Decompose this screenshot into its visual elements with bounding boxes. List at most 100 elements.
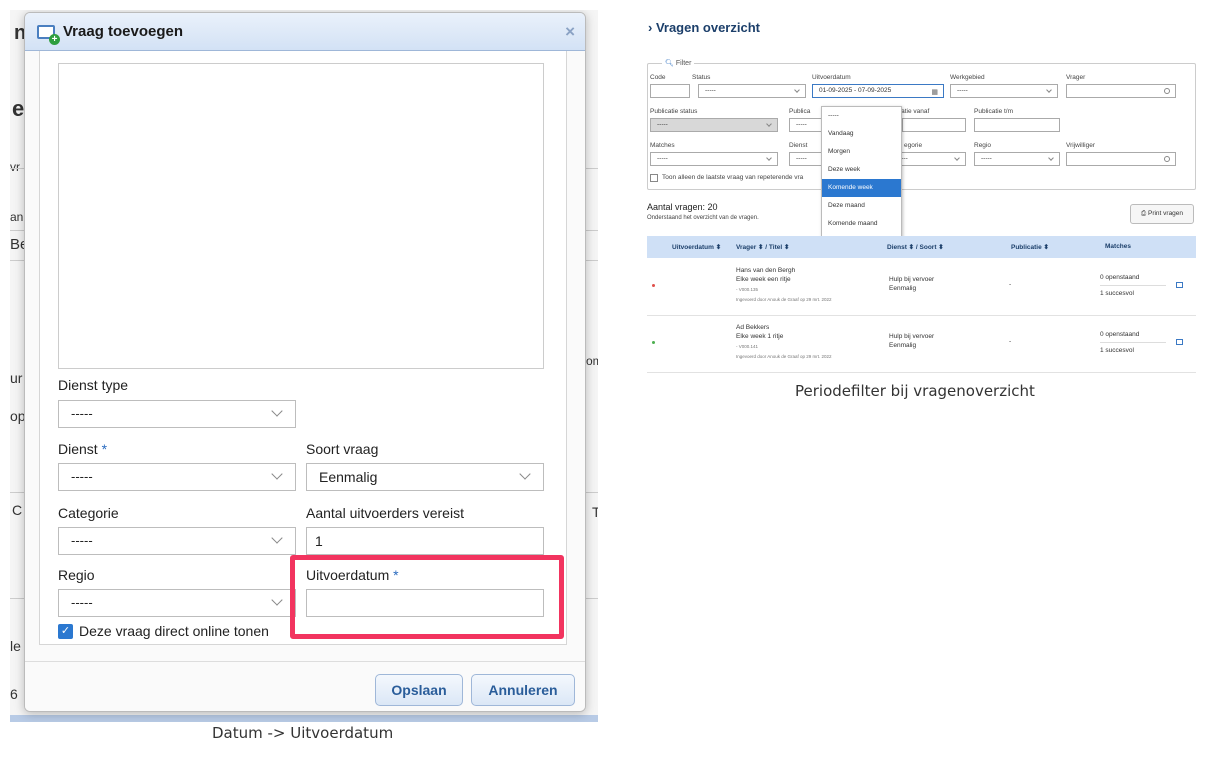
question-code: - V000.141 [736, 344, 759, 349]
werkgebied-value: ----- [957, 87, 968, 94]
period-option[interactable]: Deze week [822, 161, 901, 179]
publicatie-status-select[interactable]: ----- [650, 118, 778, 132]
header-vrager-titel[interactable]: Vrager ⬍ / Titel ⬍ [736, 243, 789, 251]
success-matches: 1 succesvol [1100, 347, 1134, 354]
dienst-select[interactable]: ----- [58, 463, 296, 491]
chevron-down-icon [271, 594, 283, 606]
open-matches: 0 openstaand [1100, 274, 1140, 281]
dienst-type-select[interactable]: ----- [58, 400, 296, 428]
save-button[interactable]: Opslaan [375, 674, 463, 706]
description-textarea[interactable] [58, 63, 544, 369]
dienst-value: Hulp bij vervoer [889, 276, 935, 283]
required-marker: * [101, 441, 108, 457]
bg-fragment: e [12, 96, 25, 121]
dienst-value: Hulp bij vervoer [889, 333, 935, 340]
status-dot [652, 341, 655, 344]
chevron-down-icon [766, 155, 772, 161]
uitvoerdatum-input[interactable] [306, 589, 544, 617]
header-publicatie[interactable]: Publicatie ⬍ [1011, 243, 1049, 251]
publicatie-tm-input[interactable] [974, 118, 1060, 132]
printer-icon: ⎙ [1140, 210, 1148, 217]
aantal-uitvoerders-label: Aantal uitvoerders vereist [306, 505, 464, 521]
add-question-dialog: Vraag toevoegen × Dienst type ----- Dien… [24, 12, 586, 712]
vrager-input[interactable] [1066, 84, 1176, 98]
uitvoerdatum-range-input[interactable]: 01-09-2025 - 07-09-2025 ▦ [812, 84, 944, 98]
filter-legend-text: Filter [675, 60, 692, 67]
dienst-value: ----- [796, 155, 807, 162]
dienst-label-text: Dienst [58, 441, 98, 457]
regio-label: Regio [974, 142, 991, 149]
chevron-down-icon [954, 155, 960, 161]
dialog-footer: Opslaan Annuleren [25, 661, 585, 711]
uitvoerdatum-label-text: Uitvoerdatum [306, 567, 390, 583]
categorie-select[interactable]: ----- [58, 527, 296, 555]
soort-vraag-value: Eenmalig [319, 469, 378, 485]
bg-fragment: ur [10, 370, 23, 386]
search-icon: 🔍︎ [665, 60, 674, 67]
close-icon[interactable]: × [565, 22, 575, 42]
header-matches: Matches [1105, 243, 1132, 250]
question-count: Aantal vragen: 20 [647, 202, 718, 212]
code-label: Code [650, 74, 666, 81]
regio-value: ----- [71, 595, 93, 610]
vrijwilliger-input[interactable] [1066, 152, 1176, 166]
status-value: ----- [705, 87, 716, 94]
dialog-header: Vraag toevoegen [25, 13, 585, 51]
table-row[interactable]: Hans van den Bergh Elke week een ritje -… [647, 260, 1196, 316]
matches-select[interactable]: ----- [650, 152, 778, 166]
bg-fragment: om [586, 354, 598, 368]
vrijwilliger-label: Vrijwilliger [1066, 142, 1096, 149]
publicatie-value: - [1009, 338, 1012, 345]
right-caption: Periodefilter bij vragenoverzicht [795, 382, 1035, 400]
toon-checkbox[interactable] [650, 174, 658, 182]
direct-online-checkbox[interactable]: ✓ Deze vraag direct online tonen [58, 623, 269, 639]
chevron-down-icon [1048, 155, 1054, 161]
matches-divider [1100, 342, 1166, 343]
print-label: Print vragen [1147, 210, 1184, 217]
chevron-down-icon [794, 87, 800, 93]
regio-select[interactable]: ----- [58, 589, 296, 617]
dialog-title: Vraag toevoegen [63, 23, 184, 40]
regio-select[interactable]: ----- [974, 152, 1060, 166]
werkgebied-select[interactable]: ----- [950, 84, 1058, 98]
bg-fragment: le [10, 638, 21, 654]
matches-window-icon[interactable] [1176, 282, 1183, 288]
header-uitvoerdatum[interactable]: Uitvoerdatum ⬍ [672, 243, 721, 251]
dienst-type-value: ----- [71, 406, 93, 421]
status-select[interactable]: ----- [698, 84, 806, 98]
period-option[interactable]: Morgen [822, 143, 901, 161]
publica-label: Publica [789, 108, 811, 115]
chevron-down-icon [271, 405, 283, 417]
entered-by: Ingevoerd door Anouk de Graaf op 29 mrt.… [736, 354, 832, 359]
cancel-button[interactable]: Annuleren [471, 674, 575, 706]
period-option[interactable]: ----- [822, 107, 901, 125]
period-option[interactable]: Deze maand [822, 197, 901, 215]
add-window-icon [37, 24, 60, 45]
question-title: Elke week een ritje [736, 276, 791, 283]
question-title: Elke week 1 ritje [736, 333, 784, 340]
status-dot [652, 284, 655, 287]
publicatie-vanaf-input[interactable] [902, 118, 966, 132]
period-option[interactable]: Vandaag [822, 125, 901, 143]
dialog-body: Dienst type ----- Dienst * ----- Soort v… [39, 51, 567, 645]
publicatie-value: - [1009, 281, 1012, 288]
aantal-uitvoerders-input[interactable]: 1 [306, 527, 544, 555]
dienst-type-label: Dienst type [58, 377, 129, 393]
period-option[interactable]: Komende week [822, 179, 901, 197]
period-option[interactable]: Komende maand [822, 215, 901, 233]
publicatie-status-label: Publicatie status [650, 108, 698, 115]
direct-online-label: Deze vraag direct online tonen [79, 623, 269, 639]
success-matches: 1 succesvol [1100, 290, 1134, 297]
soort-vraag-label: Soort vraag [306, 441, 379, 457]
matches-divider [1100, 285, 1166, 286]
filter-fieldset: 🔍︎ Filter Code Status ----- Uitvoerdatum… [647, 59, 1196, 190]
bg-fragment: 6 [10, 686, 18, 702]
table-row[interactable]: Ad Bekkers Elke week 1 ritje - V000.141 … [647, 317, 1196, 373]
werkgebied-label: Werkgebied [950, 74, 985, 81]
vrager-name: Ad Bekkers [736, 324, 770, 331]
soort-vraag-select[interactable]: Eenmalig [306, 463, 544, 491]
code-input[interactable] [650, 84, 690, 98]
matches-window-icon[interactable] [1176, 339, 1183, 345]
header-dienst-soort[interactable]: Dienst ⬍ / Soort ⬍ [887, 243, 944, 251]
print-button[interactable]: ⎙ Print vragen [1130, 204, 1194, 224]
